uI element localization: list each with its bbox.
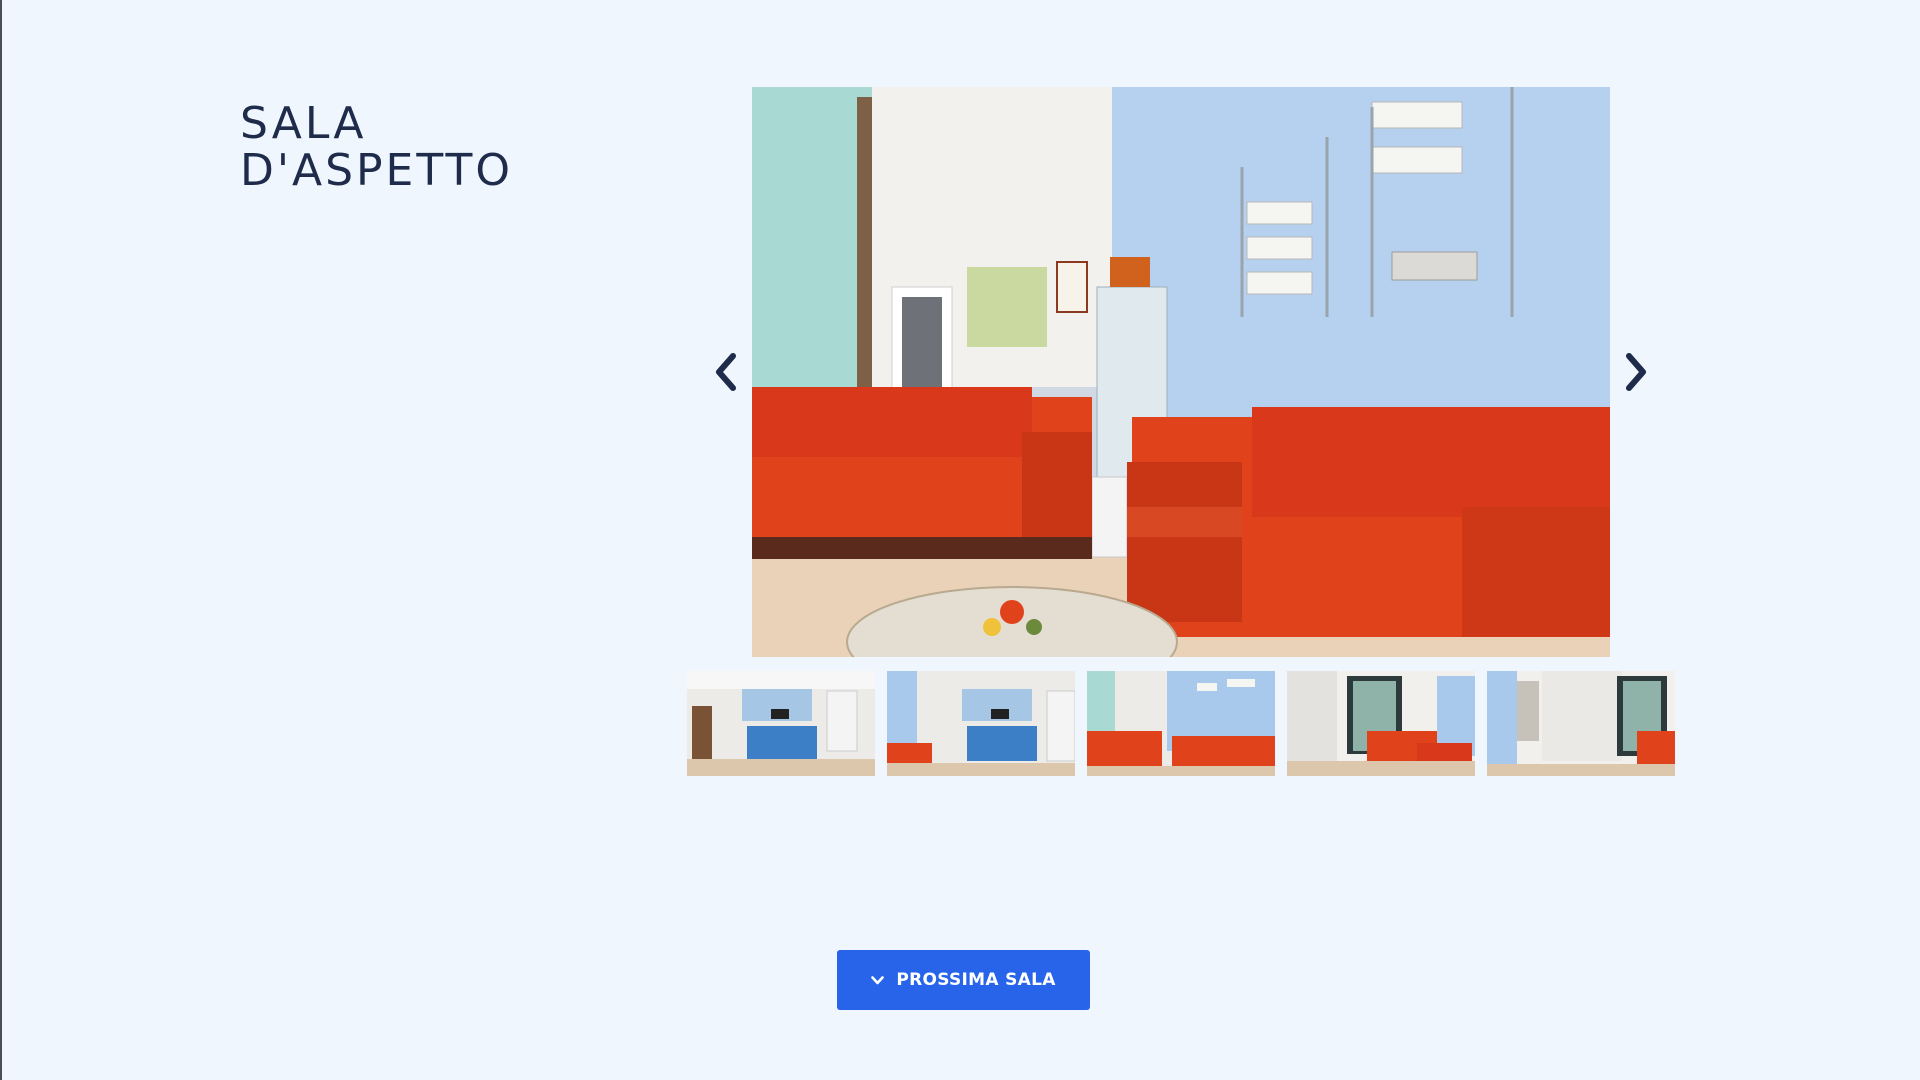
next-room-button[interactable]: PROSSIMA SALA xyxy=(837,950,1090,1010)
chevron-down-icon xyxy=(871,975,885,985)
carousel-prev-button[interactable] xyxy=(706,342,746,402)
thumbnail-strip xyxy=(687,671,1675,776)
chevron-right-icon xyxy=(1626,353,1646,391)
page-left-border xyxy=(0,0,2,1080)
thumbnail-5[interactable] xyxy=(1487,671,1675,776)
thumbnail-4-image xyxy=(1287,671,1475,776)
thumbnail-2[interactable] xyxy=(887,671,1075,776)
next-room-label: PROSSIMA SALA xyxy=(896,970,1056,990)
thumbnail-1[interactable] xyxy=(687,671,875,776)
main-photo[interactable] xyxy=(752,87,1610,657)
room-title: SALA D'ASPETTO xyxy=(240,100,513,194)
thumbnail-3-image xyxy=(1087,671,1275,776)
room-title-line-1: SALA xyxy=(240,98,367,149)
thumbnail-2-image xyxy=(887,671,1075,776)
chevron-left-icon xyxy=(716,353,736,391)
page: SALA D'ASPETTO PROSSIMA SALA xyxy=(0,0,1920,1080)
thumbnail-1-image xyxy=(687,671,875,776)
carousel-next-button[interactable] xyxy=(1616,342,1656,402)
thumbnail-5-image xyxy=(1487,671,1675,776)
thumbnail-3[interactable] xyxy=(1087,671,1275,776)
room-title-line-2: D'ASPETTO xyxy=(240,145,513,196)
main-photo-image xyxy=(752,87,1610,657)
thumbnail-4[interactable] xyxy=(1287,671,1475,776)
